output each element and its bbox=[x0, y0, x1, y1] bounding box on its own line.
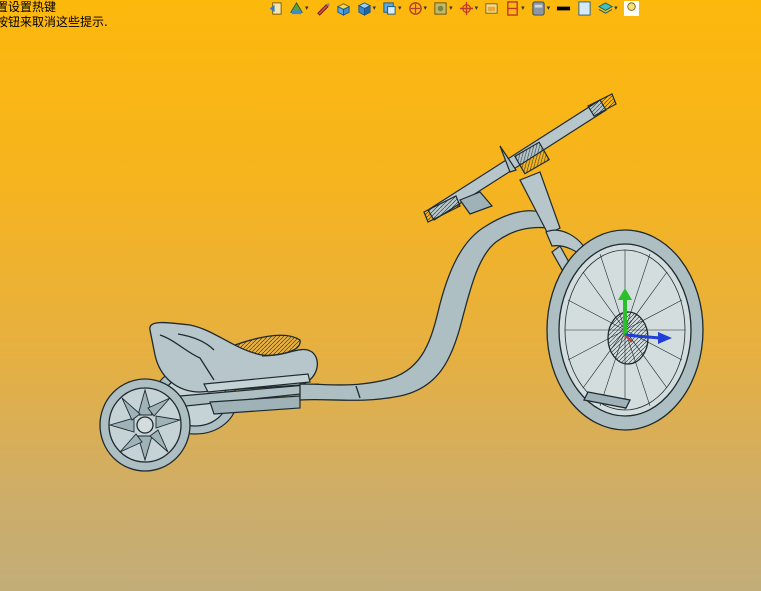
main-frame-tube[interactable] bbox=[299, 210, 550, 401]
rear-right-wheel[interactable] bbox=[99, 378, 191, 472]
graphics-area[interactable] bbox=[0, 0, 761, 591]
handlebar[interactable] bbox=[423, 93, 617, 223]
